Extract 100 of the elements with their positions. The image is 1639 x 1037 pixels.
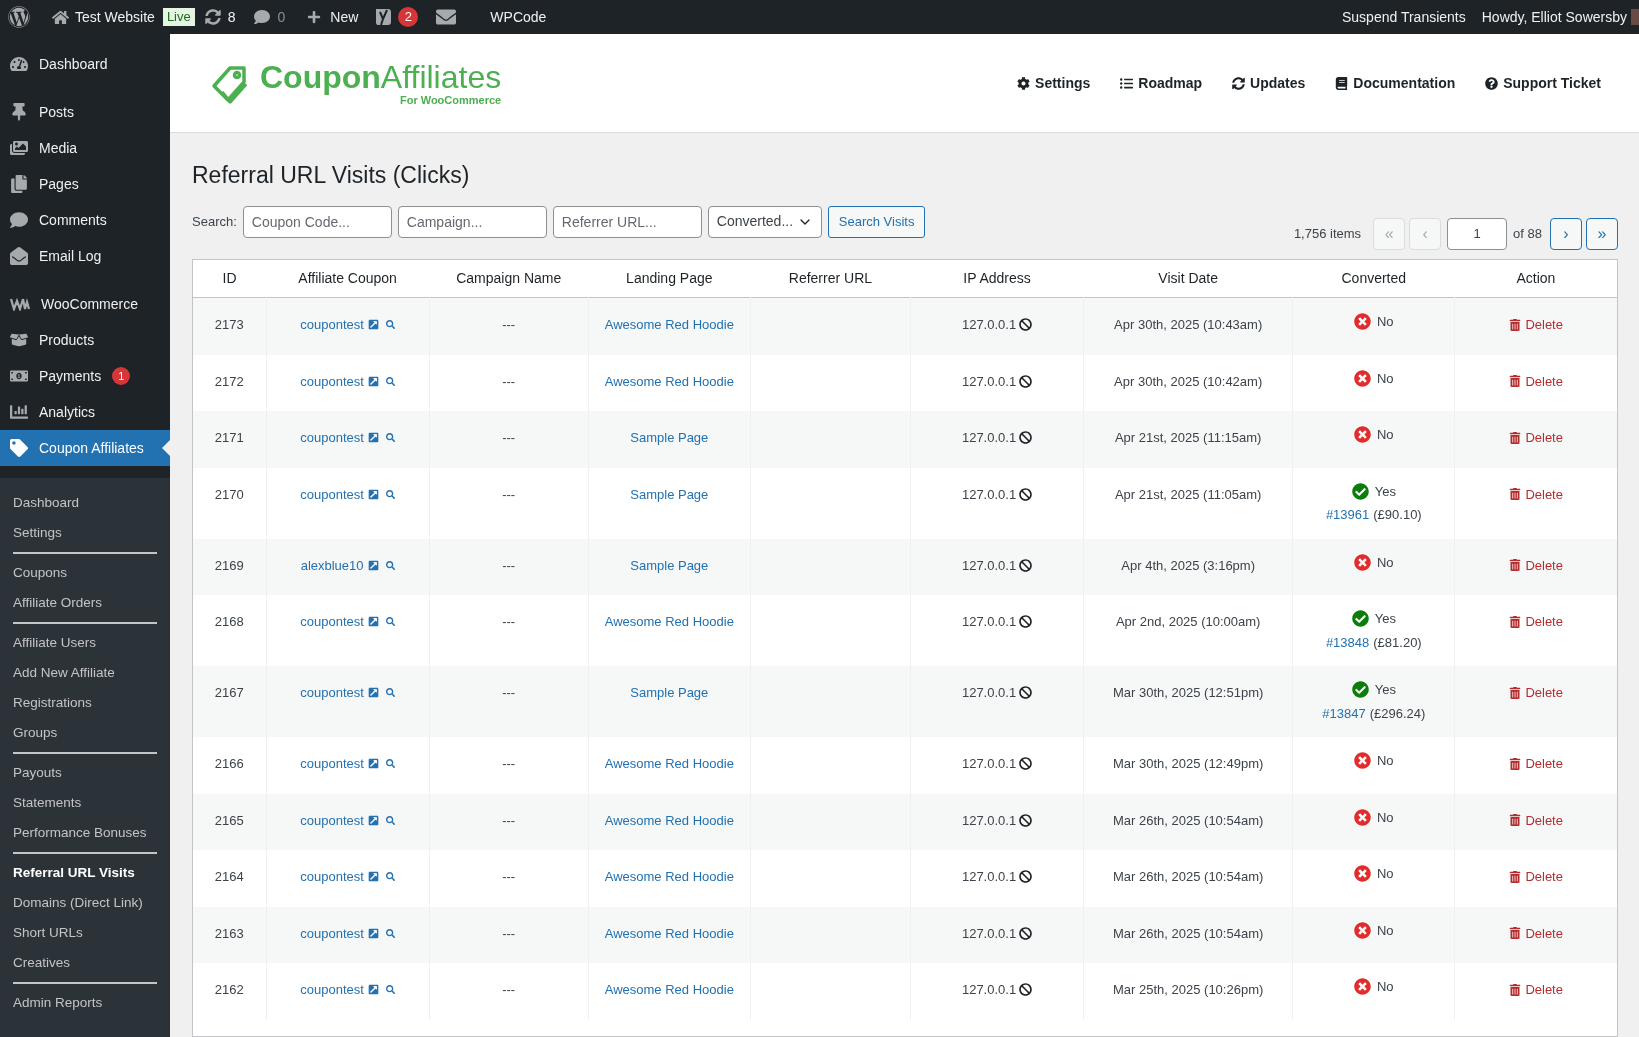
coupon-link[interactable]: coupontest xyxy=(300,484,364,504)
landing-page-link[interactable]: Sample Page xyxy=(630,685,709,700)
coupon-link[interactable]: coupontest xyxy=(300,683,364,703)
envelope-icon[interactable] xyxy=(436,7,457,27)
landing-page-link[interactable]: Awesome Red Hoodie xyxy=(604,373,734,389)
search-icon[interactable] xyxy=(385,928,395,938)
delete-link[interactable]: Delete xyxy=(1455,315,1617,335)
header-nav-link[interactable]: Documentation xyxy=(1335,72,1456,94)
coupon-link[interactable]: coupontest xyxy=(300,754,364,774)
submenu-item[interactable]: Admin Reports xyxy=(13,988,157,1018)
sidebar-menu-item[interactable]: Products xyxy=(0,322,170,358)
landing-page-link[interactable]: Awesome Red Hoodie xyxy=(604,614,734,629)
search-icon[interactable] xyxy=(385,489,395,499)
block-icon[interactable] xyxy=(1019,318,1033,332)
order-link[interactable]: #13847 xyxy=(1322,703,1366,723)
sidebar-menu-item[interactable]: Analytics xyxy=(0,394,170,430)
delete-link[interactable]: Delete xyxy=(1455,754,1617,774)
plus-icon[interactable] xyxy=(307,10,322,24)
external-link-icon[interactable] xyxy=(367,319,379,331)
coupon-link[interactable]: coupontest xyxy=(300,810,364,830)
sidebar-menu-item[interactable]: Email Log xyxy=(0,238,170,274)
submenu-item[interactable]: Payouts xyxy=(13,758,157,788)
header-nav-link[interactable]: Roadmap xyxy=(1120,72,1203,94)
coupon-link[interactable]: alexblue10 xyxy=(300,555,364,575)
search-icon[interactable] xyxy=(385,688,395,698)
landing-page-link[interactable]: Sample Page xyxy=(630,557,709,573)
submenu-item[interactable]: Affiliate Orders xyxy=(13,588,157,618)
landing-page-link[interactable]: Awesome Red Hoodie xyxy=(604,869,734,884)
coupon-link[interactable]: coupontest xyxy=(300,980,364,1000)
sidebar-menu-item[interactable]: WooCommerce xyxy=(0,286,170,322)
submenu-item[interactable]: Coupons xyxy=(13,558,157,588)
updates-icon[interactable] xyxy=(204,9,221,25)
admin-bar-link[interactable]: Suspend Transients xyxy=(1342,6,1466,28)
search-icon[interactable] xyxy=(385,433,395,443)
external-link-icon[interactable] xyxy=(367,687,379,699)
sidebar-menu-item[interactable]: Coupon Affiliates xyxy=(0,430,170,466)
search-icon[interactable] xyxy=(385,815,395,825)
search-icon[interactable] xyxy=(385,759,395,769)
search-field[interactable]: Referrer URL... xyxy=(552,205,702,238)
external-link-icon[interactable] xyxy=(367,616,379,628)
coupon-link[interactable]: coupontest xyxy=(300,923,364,943)
wpcode-link[interactable]: WPCode xyxy=(490,6,547,28)
external-link-icon[interactable] xyxy=(367,758,379,770)
coupon-link[interactable]: coupontest xyxy=(300,315,364,335)
delete-link[interactable]: Delete xyxy=(1455,555,1617,575)
search-field[interactable]: Campaign... xyxy=(397,205,547,238)
delete-link[interactable]: Delete xyxy=(1455,371,1617,391)
order-link[interactable]: #13961 xyxy=(1325,505,1370,525)
submenu-item[interactable]: Settings xyxy=(13,518,157,548)
search-icon[interactable] xyxy=(385,560,395,570)
submenu-item[interactable]: Performance Bonuses xyxy=(13,818,157,848)
external-link-icon[interactable] xyxy=(367,432,379,444)
sidebar-menu-item[interactable]: Pages xyxy=(0,166,170,202)
converted-select[interactable]: Converted... xyxy=(707,205,822,238)
submenu-item[interactable]: Creatives xyxy=(13,948,157,978)
delete-link[interactable]: Delete xyxy=(1455,428,1617,448)
sidebar-menu-item[interactable]: Payments 1 xyxy=(0,358,170,394)
block-icon[interactable] xyxy=(1019,983,1033,997)
comments-icon[interactable] xyxy=(253,9,270,25)
wordpress-logo-icon[interactable] xyxy=(8,6,30,28)
block-icon[interactable] xyxy=(1019,431,1033,445)
search-icon[interactable] xyxy=(385,985,395,995)
coupon-link[interactable]: coupontest xyxy=(300,371,364,391)
block-icon[interactable] xyxy=(1019,487,1033,501)
seo-plugin-icon[interactable] xyxy=(374,7,393,27)
delete-link[interactable]: Delete xyxy=(1455,484,1617,504)
delete-link[interactable]: Delete xyxy=(1455,612,1617,632)
landing-page-link[interactable]: Awesome Red Hoodie xyxy=(604,925,734,941)
block-icon[interactable] xyxy=(1019,926,1033,940)
coupon-link[interactable]: coupontest xyxy=(300,612,364,632)
sidebar-menu-item[interactable]: Posts xyxy=(0,94,170,130)
search-icon[interactable] xyxy=(385,617,395,627)
landing-page-link[interactable]: Sample Page xyxy=(630,486,709,502)
coupon-link[interactable]: coupontest xyxy=(300,428,364,448)
landing-page-link[interactable]: Awesome Red Hoodie xyxy=(604,982,734,997)
updates-count[interactable]: 8 xyxy=(227,6,236,28)
block-icon[interactable] xyxy=(1019,686,1033,700)
pagination-button[interactable]: » xyxy=(1586,217,1618,250)
external-link-icon[interactable] xyxy=(367,871,379,883)
page-number-field[interactable]: 1 xyxy=(1447,217,1508,250)
external-link-icon[interactable] xyxy=(367,814,379,826)
submenu-item[interactable]: Domains (Direct Link) xyxy=(13,888,157,918)
delete-link[interactable]: Delete xyxy=(1455,923,1617,943)
search-icon[interactable] xyxy=(385,320,395,330)
home-icon[interactable] xyxy=(52,8,69,26)
delete-link[interactable]: Delete xyxy=(1455,683,1617,703)
block-icon[interactable] xyxy=(1019,757,1033,771)
external-link-icon[interactable] xyxy=(367,488,379,500)
submenu-item[interactable]: Registrations xyxy=(13,688,157,718)
external-link-icon[interactable] xyxy=(367,559,379,571)
submenu-item[interactable]: Add New Affiliate xyxy=(13,658,157,688)
landing-page-link[interactable]: Awesome Red Hoodie xyxy=(604,317,734,332)
coupon-link[interactable]: coupontest xyxy=(300,867,364,887)
sidebar-menu-item[interactable]: Media xyxy=(0,130,170,166)
header-nav-link[interactable]: Updates xyxy=(1232,72,1306,94)
submenu-item[interactable]: Groups xyxy=(13,718,157,748)
submenu-item[interactable]: Short URLs xyxy=(13,918,157,948)
new-link[interactable]: New xyxy=(330,6,359,28)
external-link-icon[interactable] xyxy=(367,984,379,996)
submenu-item[interactable]: Dashboard xyxy=(13,488,157,518)
